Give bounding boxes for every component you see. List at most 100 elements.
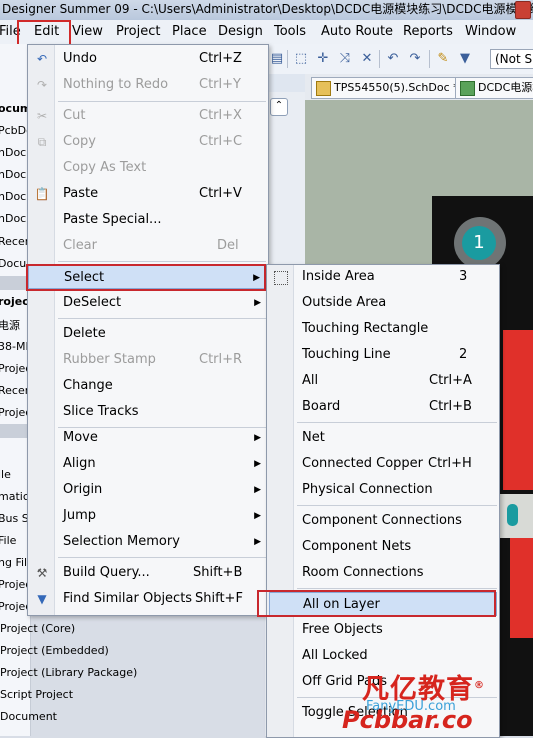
layer-dropdown[interactable]: (Not S	[490, 49, 533, 69]
menu-bar: File Edit View Project Place Design Tool…	[0, 20, 533, 46]
menu-item-paste[interactable]: 📋 Paste Ctrl+V	[28, 182, 268, 206]
toolbar-separator	[287, 50, 288, 68]
submenu-arrow-icon: ▶	[254, 298, 261, 308]
menu-item-touching-rectangle[interactable]: Touching Rectangle	[267, 317, 499, 341]
menu-separator	[297, 422, 497, 423]
toolbar-separator	[429, 50, 430, 68]
all-on-layer-highlight-box	[257, 590, 496, 617]
undo-toolbar-icon[interactable]: ↶	[385, 51, 401, 67]
select-area-icon[interactable]: ⬚	[293, 51, 309, 67]
watermark-logo: Pcbbar.co	[342, 706, 473, 734]
panel-section-bar	[0, 424, 30, 438]
menu-item-inside-area[interactable]: Inside Area 3	[267, 265, 499, 289]
save-icon[interactable]: ▤	[269, 51, 285, 67]
tab-schdoc[interactable]: TPS54550(5).SchDoc *	[311, 77, 457, 99]
menu-item-all[interactable]: All Ctrl+A	[267, 369, 499, 393]
list-item[interactable]: Project (Embedded)	[0, 644, 109, 657]
move-icon[interactable]: ✛	[315, 51, 331, 67]
edit-menu: ↶ Undo Ctrl+Z ↷ Nothing to Redo Ctrl+Y ✂…	[27, 44, 269, 616]
panel-row[interactable]: hDoc	[0, 212, 26, 225]
menu-item-connected-copper[interactable]: Connected Copper Ctrl+H	[267, 452, 499, 476]
panel-row[interactable]: hDoc	[0, 146, 26, 159]
menu-item-rubber-stamp[interactable]: Rubber Stamp Ctrl+R	[28, 348, 268, 372]
tab-label: DCDC电源模	[478, 81, 533, 94]
copper-region	[503, 330, 533, 490]
submenu-arrow-icon: ▶	[254, 485, 261, 495]
pcb-icon	[460, 81, 475, 96]
menu-item-origin[interactable]: Origin ▶	[28, 478, 268, 502]
submenu-arrow-icon: ▶	[254, 459, 261, 469]
filter-toolbar-icon[interactable]: ▼	[457, 51, 473, 67]
pencil-icon[interactable]: ✎	[435, 51, 451, 67]
menu-item-board[interactable]: Board Ctrl+B	[267, 395, 499, 419]
menu-tools[interactable]: Tools	[274, 24, 306, 39]
build-query-icon: ⚒	[36, 566, 48, 580]
menu-item-free-objects[interactable]: Free Objects	[267, 618, 499, 642]
deselect-icon[interactable]: ⤨	[337, 51, 353, 67]
menu-auto-route[interactable]: Auto Route	[321, 24, 393, 39]
menu-item-build-query[interactable]: ⚒ Build Query... Shift+B	[28, 561, 268, 585]
menu-separator	[297, 505, 497, 506]
menu-item-find-similar-objects[interactable]: ▼ Find Similar Objects Shift+F	[28, 587, 268, 611]
menu-item-touching-line[interactable]: Touching Line 2	[267, 343, 499, 367]
panel-row[interactable]: hDoc	[0, 190, 26, 203]
menu-item-outside-area[interactable]: Outside Area	[267, 291, 499, 315]
document-tab-bar: TPS54550(5).SchDoc * DCDC电源模	[305, 74, 533, 100]
menu-edit-highlight	[17, 20, 71, 46]
redo-toolbar-icon[interactable]: ↷	[407, 51, 423, 67]
menu-item-copy-as-text[interactable]: Copy As Text	[28, 156, 268, 180]
pad-small-hole	[507, 504, 518, 526]
toolbar-separator	[379, 50, 380, 68]
list-item[interactable]: Document	[0, 710, 57, 723]
menu-reports[interactable]: Reports	[403, 24, 453, 39]
panel-row[interactable]: 电源	[0, 317, 20, 333]
select-highlight-box	[26, 264, 266, 291]
menu-item-selection-memory[interactable]: Selection Memory ▶	[28, 530, 268, 554]
panel-row[interactable]: File	[0, 534, 16, 547]
window-title-bar: Designer Summer 09 - C:\Users\Administra…	[0, 0, 533, 20]
menu-window[interactable]: Window	[465, 24, 516, 39]
tab-pcbdoc[interactable]: DCDC电源模	[455, 77, 533, 99]
panel-row[interactable]: ile	[0, 468, 11, 481]
menu-item-undo[interactable]: ↶ Undo Ctrl+Z	[28, 47, 268, 71]
menu-item-component-nets[interactable]: Component Nets	[267, 535, 499, 559]
menu-design[interactable]: Design	[218, 24, 263, 39]
menu-project[interactable]: Project	[116, 24, 160, 39]
menu-place[interactable]: Place	[172, 24, 207, 39]
clear-icon[interactable]: ✕	[359, 51, 375, 67]
panel-row[interactable]: 38-MI	[0, 340, 29, 353]
menu-item-room-connections[interactable]: Room Connections	[267, 561, 499, 585]
panel-row[interactable]: hDoc	[0, 168, 26, 181]
list-item[interactable]: Project (Library Package)	[0, 666, 137, 679]
menu-item-physical-connection[interactable]: Physical Connection	[267, 478, 499, 502]
pad-1[interactable]: 1	[462, 226, 496, 260]
schematic-icon	[316, 81, 331, 96]
menu-view[interactable]: View	[72, 24, 103, 39]
menu-item-delete[interactable]: Delete	[28, 322, 268, 346]
list-item[interactable]: Project (Core)	[0, 622, 75, 635]
tab-label: TPS54550(5).SchDoc *	[334, 81, 457, 94]
menu-item-clear[interactable]: Clear Del	[28, 234, 268, 258]
menu-item-slice-tracks[interactable]: Slice Tracks	[28, 400, 268, 424]
menu-item-align[interactable]: Align ▶	[28, 452, 268, 476]
menu-item-redo[interactable]: ↷ Nothing to Redo Ctrl+Y	[28, 73, 268, 97]
menu-item-cut[interactable]: ✂ Cut Ctrl+X	[28, 104, 268, 128]
collapse-up-icon[interactable]: ⌃	[270, 98, 288, 116]
menu-item-change[interactable]: Change	[28, 374, 268, 398]
menu-item-move[interactable]: Move ▶	[28, 426, 268, 450]
menu-separator	[58, 101, 266, 102]
menu-item-component-connections[interactable]: Component Connections	[267, 509, 499, 533]
panel-row: rojec	[0, 295, 29, 308]
close-window-button[interactable]	[515, 1, 531, 19]
panel-header	[265, 74, 305, 93]
menu-item-all-locked[interactable]: All Locked	[267, 644, 499, 668]
menu-item-copy[interactable]: ⧉ Copy Ctrl+C	[28, 130, 268, 154]
list-item[interactable]: Script Project	[0, 688, 73, 701]
menu-item-net[interactable]: Net	[267, 426, 499, 450]
toolbar: ▤ ⬚ ✛ ⤨ ✕ ↶ ↷ ✎ ▼ (Not S	[265, 44, 533, 75]
undo-icon: ↶	[36, 52, 48, 66]
menu-item-paste-special[interactable]: Paste Special...	[28, 208, 268, 232]
window-title: Designer Summer 09 - C:\Users\Administra…	[2, 2, 533, 16]
menu-item-jump[interactable]: Jump ▶	[28, 504, 268, 528]
menu-item-deselect[interactable]: DeSelect ▶	[28, 291, 268, 315]
